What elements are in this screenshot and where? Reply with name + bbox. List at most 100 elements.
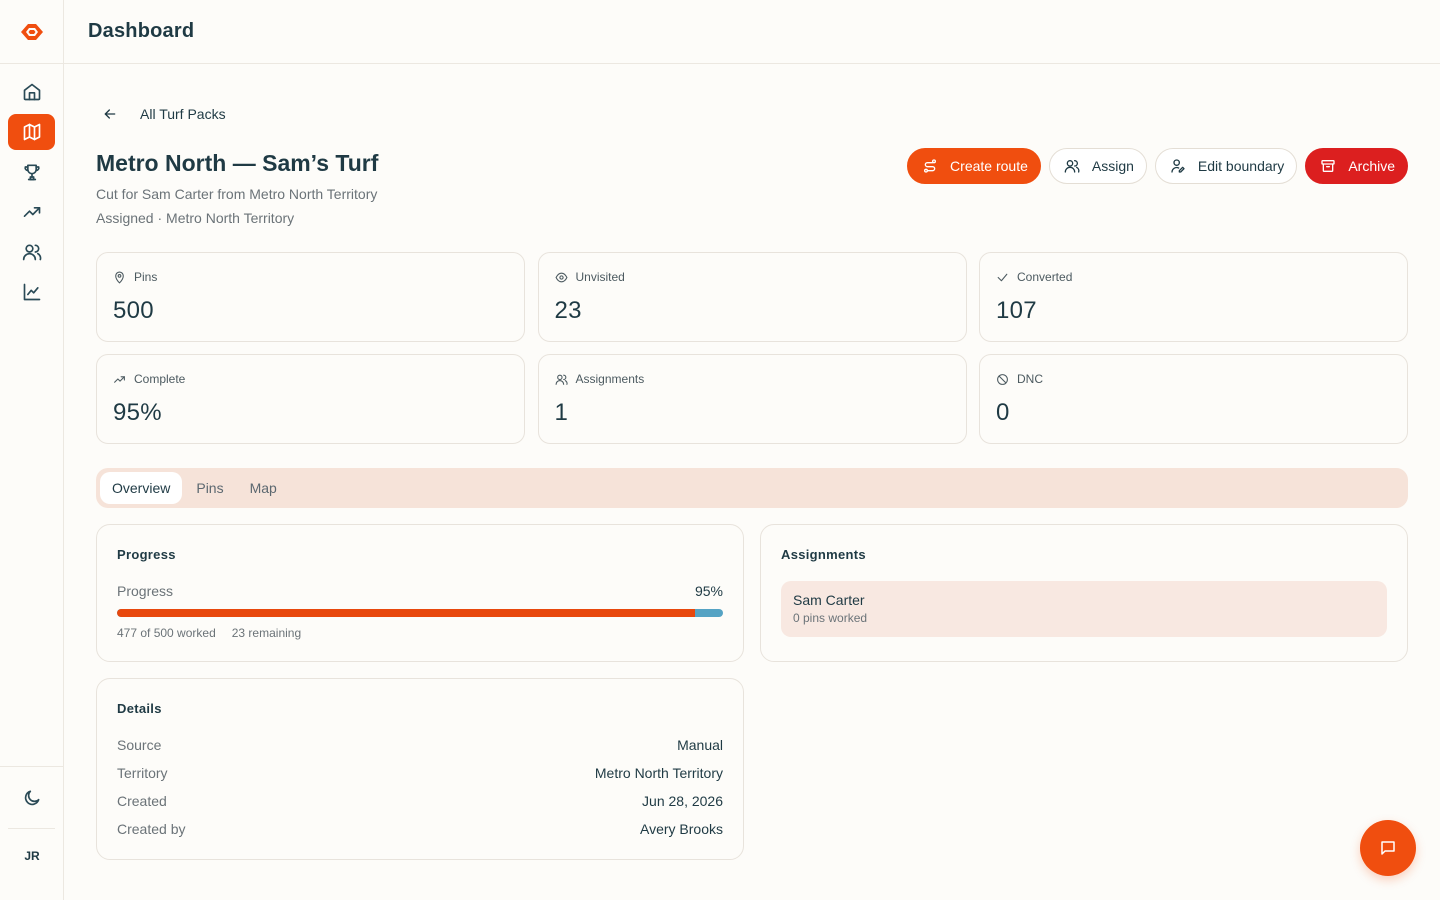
sidebar-divider [8, 828, 55, 829]
stat-value: 23 [554, 297, 582, 324]
progress-row: Progress 95% [117, 583, 723, 599]
users-icon [1062, 156, 1082, 176]
detail-key: Territory [117, 765, 168, 781]
assign-button[interactable]: Assign [1048, 148, 1147, 184]
detail-row-territory: Territory Metro North Territory [117, 765, 723, 793]
stat-label: DNC [1017, 372, 1043, 386]
sidebar-item-turf-packs[interactable] [8, 114, 55, 150]
stat-value: 107 [996, 297, 1037, 324]
stat-label: Unvisited [575, 270, 625, 284]
assignee-name: Sam Carter [793, 592, 865, 608]
tab-map[interactable]: Map [238, 472, 289, 504]
stat-value: 0 [996, 399, 1010, 426]
message-square-icon [1381, 841, 1395, 855]
stat-card-complete: Complete 95% [96, 354, 525, 444]
back-link-label: All Turf Packs [140, 106, 226, 122]
progress-bar [117, 609, 723, 617]
stat-card-dnc: DNC 0 [979, 354, 1408, 444]
progress-label: Progress [117, 583, 174, 599]
stat-card-unvisited: Unvisited 23 [537, 252, 967, 342]
sidebar-footer: JR [0, 766, 64, 900]
progress-meta: 477 of 500 worked 23 remaining [117, 626, 301, 640]
tab-bar: Overview Pins Map [96, 468, 1408, 508]
tab-overview[interactable]: Overview [100, 472, 183, 504]
edit-boundary-button[interactable]: Edit boundary [1154, 148, 1298, 184]
user-pen-icon [1168, 156, 1188, 176]
moon-icon [24, 790, 40, 806]
sidebar-item-home[interactable] [8, 74, 55, 110]
detail-value: Manual [677, 737, 723, 753]
map-pin-icon [115, 271, 124, 283]
details-card: Details Source Manual Territory Metro No… [96, 678, 744, 860]
detail-value: Jun 28, 2026 [642, 793, 723, 809]
edit-boundary-label: Edit boundary [1197, 158, 1285, 174]
sidebar-item-team[interactable] [8, 234, 55, 270]
detail-row-created-by: Created by Avery Brooks [117, 821, 723, 849]
sidebar-item-leaderboard[interactable] [8, 154, 55, 190]
page-title: Metro North — Sam’s Turf [96, 150, 379, 176]
stat-label: Converted [1017, 270, 1073, 284]
assignments-card: Assignments Sam Carter 0 pins worked [760, 524, 1408, 662]
progress-worked: 477 of 500 worked [117, 626, 216, 640]
detail-key: Created by [117, 821, 186, 837]
assignment-item[interactable]: Sam Carter 0 pins worked [781, 581, 1387, 637]
assign-label: Assign [1091, 158, 1134, 174]
stat-value: 1 [554, 399, 569, 426]
sidebar: JR [0, 0, 64, 900]
stat-card-assignments: Assignments 1 [537, 354, 967, 444]
trophy-icon [23, 164, 40, 181]
stat-value: 500 [113, 297, 154, 324]
detail-row-source: Source Manual [117, 737, 723, 765]
create-route-button[interactable]: Create route [907, 148, 1041, 184]
chart-line-icon [23, 283, 40, 301]
detail-value: Avery Brooks [640, 821, 723, 837]
app-logo[interactable] [0, 0, 64, 64]
stat-label: Assignments [575, 372, 645, 386]
sidebar-item-performance[interactable] [8, 194, 55, 230]
sidebar-item-reports[interactable] [8, 274, 55, 310]
tab-pins[interactable]: Pins [184, 472, 235, 504]
stats-grid: Pins 500 Unvisited 23 Converted 107 Comp… [96, 252, 1408, 444]
detail-row-created: Created Jun 28, 2026 [117, 793, 723, 821]
logo-icon [21, 23, 43, 40]
page-subtitle: Cut for Sam Carter from Metro North Terr… [96, 186, 378, 202]
details-heading: Details [117, 701, 162, 716]
trending-up-icon [23, 207, 40, 217]
archive-button[interactable]: Archive [1305, 148, 1408, 184]
assignee-pins-worked: 0 pins worked [793, 611, 868, 625]
map-icon [23, 123, 40, 141]
back-link[interactable]: All Turf Packs [96, 102, 226, 126]
check-icon [997, 273, 1008, 281]
page-header-title: Dashboard [88, 20, 195, 42]
stat-card-converted: Converted 107 [979, 252, 1408, 342]
create-route-label: Create route [950, 158, 1028, 174]
progress-bar-fill [117, 609, 696, 617]
progress-remaining: 23 remaining [231, 626, 302, 640]
home-icon [23, 83, 40, 101]
stat-label: Complete [134, 372, 186, 386]
page-meta: Assigned · Metro North Territory [96, 210, 295, 226]
assignments-heading: Assignments [781, 547, 866, 562]
trending-up-icon [114, 375, 125, 383]
progress-percent: 95% [694, 583, 723, 599]
top-bar: Dashboard [64, 0, 1440, 64]
progress-card: Progress Progress 95% 477 of 500 worked … [96, 524, 744, 662]
stat-label: Pins [134, 270, 158, 284]
users-icon [22, 244, 41, 261]
sidebar-nav [8, 74, 56, 314]
stat-card-pins: Pins 500 [96, 252, 525, 342]
eye-icon [555, 272, 567, 282]
detail-key: Created [117, 793, 167, 809]
details-list: Source Manual Territory Metro North Terr… [117, 737, 723, 849]
stat-value: 95% [113, 399, 162, 426]
user-avatar[interactable]: JR [0, 849, 64, 863]
arrow-left-icon [96, 102, 124, 126]
chat-button[interactable] [1360, 820, 1416, 876]
archive-label: Archive [1348, 158, 1395, 174]
detail-key: Source [117, 737, 162, 753]
detail-value: Metro North Territory [594, 765, 723, 781]
theme-toggle-button[interactable] [8, 777, 55, 819]
route-icon [920, 156, 940, 176]
ban-icon [997, 373, 1008, 385]
archive-icon [1318, 156, 1338, 176]
